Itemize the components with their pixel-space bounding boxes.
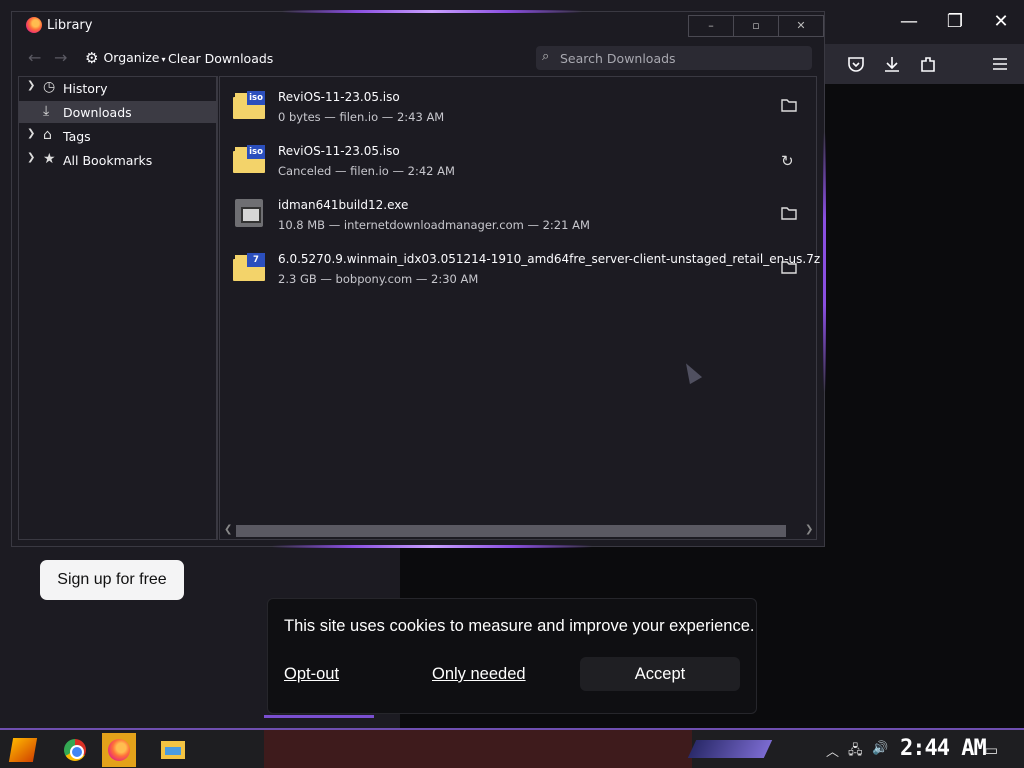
- start-icon: [8, 738, 38, 762]
- accept-button[interactable]: Accept: [580, 657, 740, 691]
- browser-close-button[interactable]: ✕: [986, 8, 1016, 36]
- chevron-right-icon[interactable]: ❯: [27, 128, 35, 139]
- close-button[interactable]: ✕: [779, 16, 823, 36]
- sidebar-item-history[interactable]: ❯ ◷ History: [19, 77, 217, 99]
- menu-icon[interactable]: [990, 54, 1010, 74]
- download-item[interactable]: iso ReviOS-11-23.05.iso Canceled — filen.i…: [220, 135, 816, 189]
- taskbar-clock[interactable]: 2:44 AM: [900, 736, 987, 761]
- scroll-left-icon[interactable]: ❮: [224, 524, 232, 535]
- clear-downloads-button[interactable]: Clear Downloads: [168, 51, 273, 66]
- notification-icon[interactable]: ▭: [984, 741, 998, 759]
- gear-icon: ⚙: [85, 49, 99, 67]
- pocket-icon[interactable]: [846, 54, 866, 74]
- open-folder-icon[interactable]: [781, 98, 797, 116]
- cookie-message: This site uses cookies to measure and im…: [284, 617, 755, 635]
- start-button[interactable]: [6, 733, 40, 767]
- chevron-right-icon[interactable]: ❯: [27, 80, 35, 91]
- maximize-button[interactable]: ▫: [734, 16, 779, 36]
- browser-toolbar: [822, 44, 1024, 84]
- back-arrow-icon[interactable]: ←: [28, 48, 41, 67]
- download-filename: idman641build12.exe: [278, 198, 409, 212]
- organize-button[interactable]: ⚙ Organize ▾: [85, 49, 165, 67]
- retry-icon[interactable]: ↻: [781, 152, 794, 170]
- volume-icon[interactable]: 🔊: [872, 741, 888, 756]
- download-filename: ReviOS-11-23.05.iso: [278, 90, 400, 104]
- download-status: 10.8 MB — internetdownloadmanager.com — …: [278, 218, 590, 232]
- firefox-icon: [26, 17, 42, 33]
- download-item[interactable]: idman641build12.exe 10.8 MB — internetdow…: [220, 189, 816, 243]
- sidebar-item-label: History: [63, 81, 108, 96]
- cookie-progress-bar: [264, 715, 374, 718]
- tag-icon: ⌂: [43, 127, 52, 143]
- iso-file-icon: iso: [233, 91, 265, 121]
- minimize-button[interactable]: –: [689, 16, 734, 36]
- window-controls: – ▫ ✕: [688, 15, 824, 37]
- organize-label: Organize: [103, 50, 160, 65]
- download-status: 0 bytes — filen.io — 2:43 AM: [278, 110, 445, 124]
- chrome-icon: [64, 739, 86, 761]
- forward-arrow-icon[interactable]: →: [54, 48, 67, 67]
- download-item[interactable]: 7 6.0.5270.9.winmain_idx03.051214-1910_am…: [220, 243, 820, 297]
- library-sidebar: ❯ ◷ History ⤓ Downloads ❯ ⌂ Tags ❯ ★ All Bookmarks: [18, 76, 218, 540]
- scrollbar-thumb[interactable]: [236, 525, 786, 537]
- search-box[interactable]: ⌕: [536, 46, 812, 70]
- sidebar-item-tags[interactable]: ❯ ⌂ Tags: [19, 125, 217, 147]
- downloads-list: iso ReviOS-11-23.05.iso 0 bytes — filen.io…: [219, 76, 820, 540]
- star-icon: ★: [43, 151, 56, 167]
- network-icon[interactable]: 🖧: [848, 741, 863, 763]
- downloads-icon[interactable]: [882, 54, 902, 74]
- sidebar-item-label: Tags: [63, 129, 91, 144]
- sidebar-item-all-bookmarks[interactable]: ❯ ★ All Bookmarks: [19, 149, 217, 171]
- signup-button[interactable]: Sign up for free: [40, 560, 184, 600]
- folder-icon: [161, 741, 185, 759]
- browser-minimize-button[interactable]: —: [894, 8, 924, 36]
- open-folder-icon[interactable]: [781, 260, 797, 278]
- chevron-right-icon[interactable]: ❯: [27, 152, 35, 163]
- iso-file-icon: iso: [233, 145, 265, 175]
- window-title: Library: [47, 18, 93, 33]
- only-needed-link[interactable]: Only needed: [432, 665, 526, 684]
- search-icon: ⌕: [542, 49, 550, 64]
- download-status: Canceled — filen.io — 2:42 AM: [278, 164, 455, 178]
- library-window: Library – ▫ ✕ ← → ⚙ Organize ▾ Clear Downl…: [11, 10, 826, 548]
- download-filename: ReviOS-11-23.05.iso: [278, 144, 400, 158]
- chevron-down-icon: ▾: [161, 55, 166, 64]
- scroll-right-icon[interactable]: ❯: [805, 524, 813, 535]
- firefox-icon: [108, 739, 130, 761]
- browser-restore-button[interactable]: ❐: [940, 8, 970, 36]
- opt-out-link[interactable]: Opt-out: [284, 665, 339, 684]
- taskbar-file-explorer[interactable]: [156, 733, 190, 767]
- taskbar-decoration: [687, 740, 773, 758]
- window-glow-right: [823, 132, 826, 392]
- taskbar-firefox[interactable]: [102, 733, 136, 767]
- taskbar-chrome[interactable]: [58, 733, 92, 767]
- exe-file-icon: [233, 199, 265, 229]
- sidebar-item-label: Downloads: [63, 105, 132, 120]
- search-input[interactable]: [560, 49, 800, 67]
- clock-icon: ◷: [43, 79, 56, 95]
- download-status: 2.3 GB — bobpony.com — 2:30 AM: [278, 272, 479, 286]
- library-toolbar: ← → ⚙ Organize ▾ Clear Downloads ⌕: [12, 44, 824, 74]
- 7z-file-icon: 7: [233, 253, 265, 283]
- open-folder-icon[interactable]: [781, 206, 797, 224]
- extensions-icon[interactable]: [918, 54, 938, 74]
- taskbar-preview: [264, 730, 692, 768]
- download-item[interactable]: iso ReviOS-11-23.05.iso 0 bytes — filen.io…: [220, 81, 816, 135]
- download-filename: 6.0.5270.9.winmain_idx03.051214-1910_amd…: [278, 252, 821, 266]
- sidebar-item-label: All Bookmarks: [63, 153, 153, 168]
- download-icon: ⤓: [43, 103, 50, 119]
- horizontal-scrollbar[interactable]: ❮ ❯: [220, 523, 816, 539]
- chevron-up-icon[interactable]: ︿: [826, 741, 839, 760]
- taskbar: ︿ 🖧 🔊 2:44 AM ▭: [0, 728, 1024, 768]
- window-glow-bottom: [272, 545, 592, 548]
- sidebar-item-downloads[interactable]: ⤓ Downloads: [19, 101, 217, 123]
- library-titlebar[interactable]: Library – ▫ ✕: [12, 12, 824, 40]
- cookie-banner: This site uses cookies to measure and im…: [267, 598, 757, 714]
